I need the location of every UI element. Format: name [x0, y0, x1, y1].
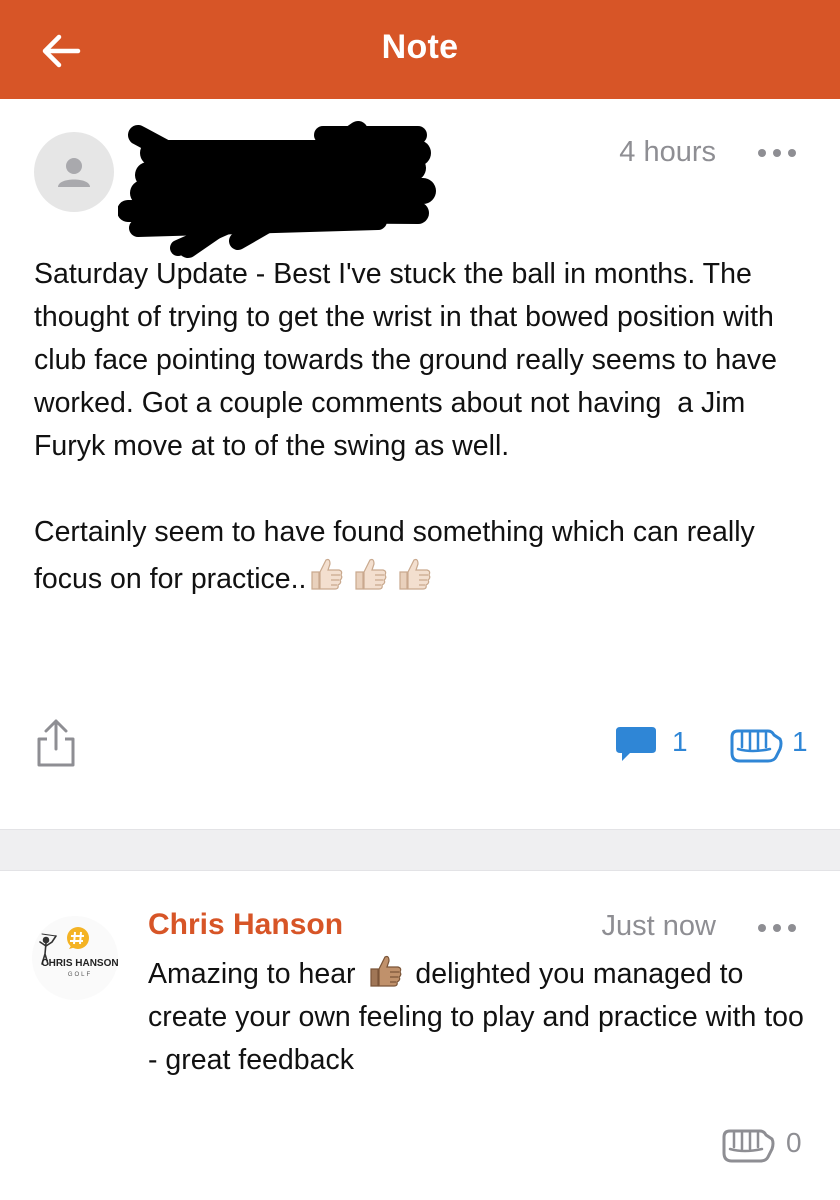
thumbs-up-icon [399, 558, 431, 590]
reply-body: Amazing to hear delighted you managed to… [148, 951, 818, 1082]
logo-text: CHRIS HANSON [41, 958, 118, 969]
thumbs-up-icon [311, 558, 343, 590]
fist-bump-icon [722, 1129, 775, 1163]
user-silhouette-icon [58, 158, 90, 187]
author-avatar[interactable] [34, 132, 114, 212]
reply-fist-bump-button[interactable] [720, 1127, 776, 1170]
reply-author-avatar[interactable]: CHRIS HANSON GOLF [32, 916, 119, 1000]
note-post: 4 hours Saturday Update - Best I've stuc… [0, 99, 840, 829]
redacted-author-name [118, 121, 436, 258]
reply-item: CHRIS HANSON GOLF Chris Hanson Just now … [0, 872, 840, 1200]
comment-button[interactable] [612, 725, 658, 765]
reply-timestamp: Just now [601, 910, 716, 942]
reply-more-options-button[interactable] [756, 920, 798, 936]
post-more-options-button[interactable] [756, 145, 798, 161]
reply-text-start: Amazing to hear [148, 958, 364, 990]
post-body: Saturday Update - Best I've stuck the ba… [34, 253, 824, 650]
reply-fist-bump-count: 0 [786, 1127, 802, 1158]
share-icon [37, 719, 75, 767]
share-button[interactable] [34, 717, 78, 769]
reply-author-name[interactable]: Chris Hanson [148, 908, 343, 942]
chris-hanson-golf-logo: CHRIS HANSON GOLF [39, 927, 119, 978]
fist-bump-button[interactable] [728, 727, 784, 770]
fist-bump-count: 1 [792, 726, 808, 757]
comment-count: 1 [672, 726, 688, 757]
post-paragraph: Certainly seem to have found something w… [34, 511, 824, 607]
fist-bump-icon [730, 729, 783, 763]
post-paragraph: Saturday Update - Best I've stuck the ba… [34, 258, 785, 462]
logo-subtext: GOLF [68, 972, 92, 978]
thumbs-up-medium-skin-icon [370, 955, 402, 987]
thumbs-up-icon [355, 558, 387, 590]
thumbs-up-emoji-group [306, 554, 438, 607]
section-divider [0, 829, 840, 871]
post-timestamp: 4 hours [619, 136, 716, 168]
speech-bubble-icon [616, 727, 656, 761]
page-title: Note [381, 28, 459, 66]
top-bar: Note [0, 0, 840, 99]
